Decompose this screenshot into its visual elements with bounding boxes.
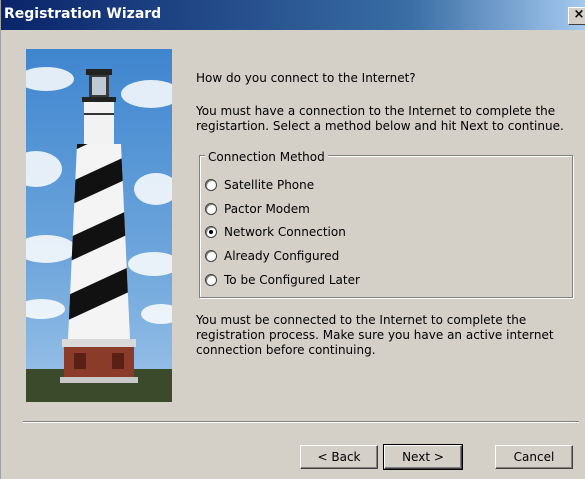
connection-question: How do you connect to the Internet?	[196, 71, 416, 85]
window-title: Registration Wizard	[4, 6, 162, 22]
radio-button[interactable]	[205, 250, 217, 262]
radio-selected-dot-icon	[209, 230, 213, 234]
button-separator	[23, 421, 579, 423]
close-icon: ×	[573, 7, 585, 22]
cancel-button[interactable]: Cancel	[495, 445, 573, 469]
radio-label[interactable]: Network Connection	[224, 225, 346, 239]
radio-button[interactable]	[205, 274, 217, 286]
title-bar: Registration Wizard ×	[1, 0, 585, 30]
radio-label[interactable]: To be Configured Later	[224, 273, 360, 287]
instructions-text: You must have a connection to the Intern…	[196, 104, 564, 133]
next-button[interactable]: Next >	[383, 444, 463, 470]
connection-notice-text: You must be connected to the Internet to…	[196, 313, 554, 357]
radio-button-selected[interactable]	[205, 226, 217, 238]
back-button[interactable]: < Back	[300, 445, 378, 469]
connection-method-group-title: Connection Method	[205, 150, 328, 164]
lighthouse-banner-image	[26, 49, 172, 402]
radio-label[interactable]: Already Configured	[224, 249, 339, 263]
registration-wizard-window: Registration Wizard × How do you connect…	[0, 0, 585, 479]
radio-label[interactable]: Pactor Modem	[224, 202, 310, 216]
close-button[interactable]: ×	[568, 7, 585, 25]
radio-button[interactable]	[205, 179, 217, 191]
radio-label[interactable]: Satellite Phone	[224, 178, 314, 192]
lighthouse-illustration	[26, 49, 172, 402]
radio-button[interactable]	[205, 203, 217, 215]
